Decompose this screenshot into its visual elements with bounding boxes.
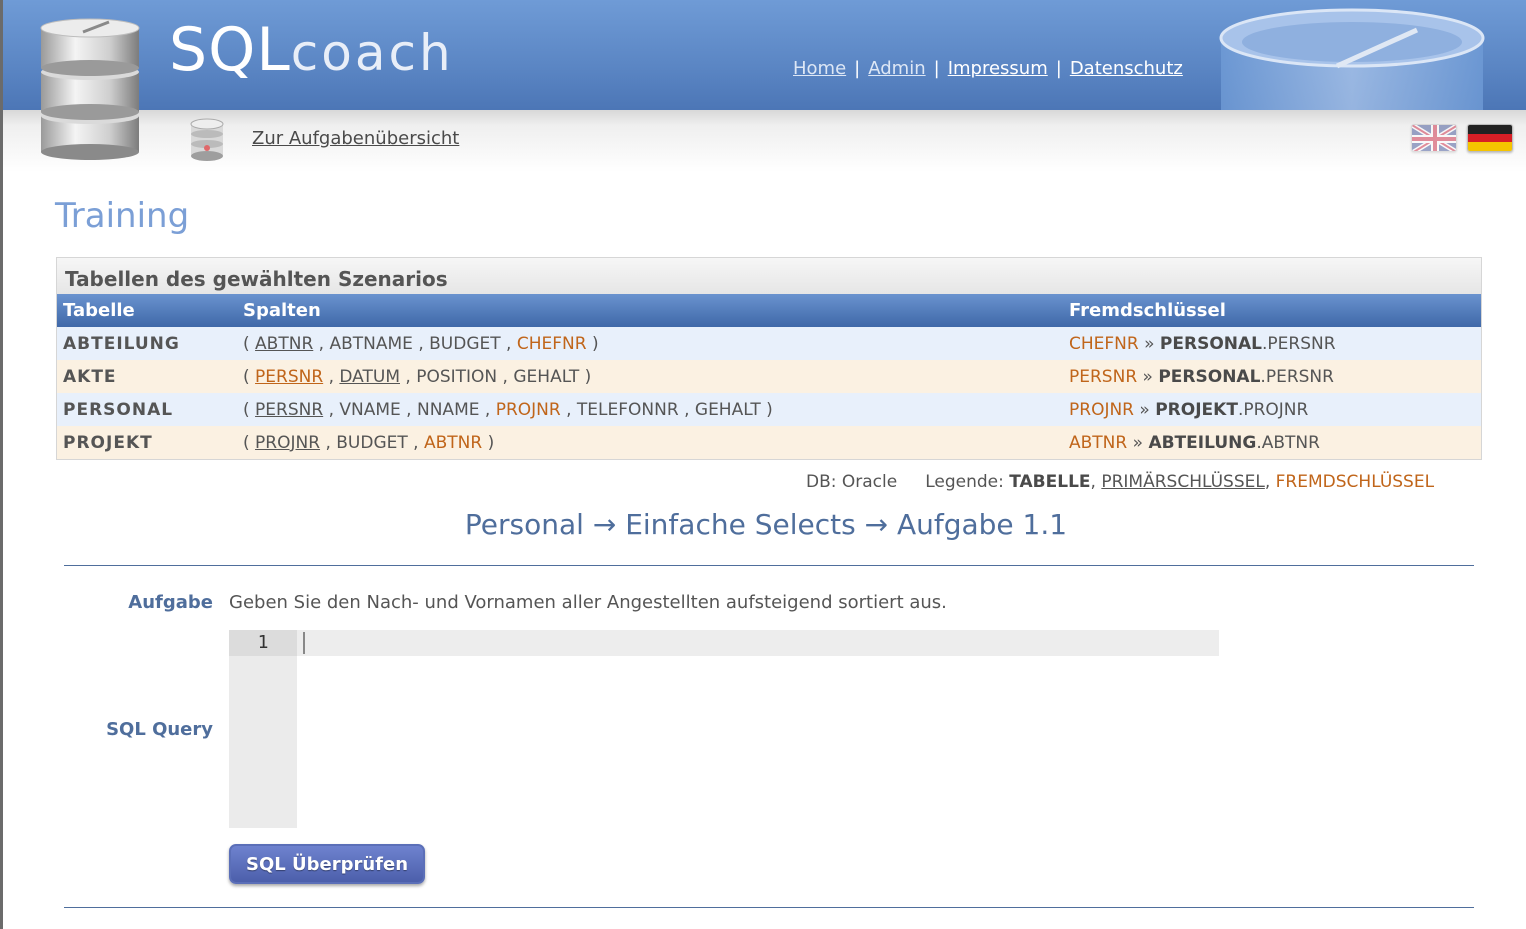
foreign-key-reference: CHEFNR » PERSONAL.PERSNR (1063, 327, 1481, 360)
page-title: Training (55, 196, 190, 236)
scenario-table: Tabelle Spalten Fremdschlüssel ABTEILUNG… (57, 294, 1481, 459)
table-name: ABTEILUNG (57, 327, 237, 360)
column-name: POSITION (416, 366, 498, 387)
scenario-heading: Tabellen des gewählten Szenarios (57, 258, 1481, 294)
nav-impressum-link[interactable]: Impressum (948, 58, 1048, 79)
nav-home-link[interactable]: Home (793, 58, 846, 79)
editor-active-line[interactable] (297, 630, 1219, 656)
check-sql-button[interactable]: SQL Überprüfen (229, 844, 425, 884)
table-row: ABTEILUNG( ABTNR , ABTNAME , BUDGET , CH… (57, 327, 1481, 360)
fk-column: PROJNR (1069, 399, 1134, 420)
de-flag-icon[interactable] (1467, 124, 1513, 152)
column-name: BUDGET (336, 432, 408, 453)
column-name: TELEFONNR (576, 399, 679, 420)
fk-ref-table: PERSONAL (1158, 366, 1261, 387)
column-name: BUDGET (429, 333, 501, 354)
nav-admin-link[interactable]: Admin (868, 58, 925, 79)
column-name: PROJNR (495, 399, 561, 420)
table-columns: ( ABTNR , ABTNAME , BUDGET , CHEFNR ) (237, 327, 1063, 360)
nav-separator: | (1055, 58, 1062, 79)
fk-ref-table: PERSONAL (1159, 333, 1262, 354)
column-name: ABTNR (423, 432, 483, 453)
table-columns: ( PERSNR , VNAME , NNAME , PROJNR , TELE… (237, 393, 1063, 426)
sql-query-editor[interactable]: 1 (229, 630, 1219, 828)
fk-ref-column: PERSNR (1267, 333, 1336, 354)
column-name: VNAME (339, 399, 401, 420)
table-row: PERSONAL( PERSNR , VNAME , NNAME , PROJN… (57, 393, 1481, 426)
fk-ref-column: ABTNR (1261, 432, 1320, 453)
fk-ref-column: PERSNR (1265, 366, 1334, 387)
nav-separator: | (933, 58, 940, 79)
line-number: 1 (229, 630, 297, 656)
text-cursor (303, 632, 305, 654)
table-row: AKTE( PERSNR , DATUM , POSITION , GEHALT… (57, 360, 1481, 393)
table-columns: ( PROJNR , BUDGET , ABTNR ) (237, 426, 1063, 459)
scenario-database-icon (190, 118, 224, 161)
table-name: PROJEKT (57, 426, 237, 459)
uk-flag-icon[interactable] (1411, 124, 1457, 152)
scenario-tables-panel: Tabellen des gewählten Szenarios Tabelle… (56, 257, 1482, 460)
fk-column: CHEFNR (1069, 333, 1139, 354)
column-name: ABTNR (255, 333, 314, 354)
legend: DB: Oracle Legende: TABELLE, PRIMÄRSCHLÜS… (806, 472, 1435, 492)
column-header-foreign-keys: Fremdschlüssel (1063, 294, 1481, 327)
fk-column: PERSNR (1069, 366, 1138, 387)
nav-datenschutz-link[interactable]: Datenschutz (1070, 58, 1183, 79)
logo-coach: coach (290, 24, 454, 82)
table-columns: ( PERSNR , DATUM , POSITION , GEHALT ) (237, 360, 1063, 393)
task-breadcrumb: Personal → Einfache Selects → Aufgabe 1.… (464, 508, 1068, 541)
sub-navigation-bar (3, 110, 1526, 172)
column-name: GEHALT (694, 399, 761, 420)
column-name: CHEFNR (516, 333, 587, 354)
column-name: PERSNR (255, 399, 324, 420)
table-name: PERSONAL (57, 393, 237, 426)
foreign-key-reference: PERSNR » PERSONAL.PERSNR (1063, 360, 1481, 393)
legend-label: Legende: (925, 472, 1004, 492)
column-header-columns: Spalten (237, 294, 1063, 327)
table-row: PROJEKT( PROJNR , BUDGET , ABTNR ) ABTNR … (57, 426, 1481, 459)
database-decoration-icon (1219, 8, 1485, 110)
task-overview-link[interactable]: Zur Aufgabenübersicht (252, 128, 459, 149)
legend-primary-key: PRIMÄRSCHLÜSSEL (1101, 472, 1265, 492)
legend-foreign-key: FREMDSCHLÜSSEL (1275, 472, 1435, 492)
fk-ref-table: ABTEILUNG (1148, 432, 1257, 453)
nav-separator: | (854, 58, 861, 79)
column-name: PERSNR (255, 366, 324, 387)
fk-ref-column: PROJNR (1243, 399, 1309, 420)
foreign-key-reference: ABTNR » ABTEILUNG.ABTNR (1063, 426, 1481, 459)
database-logo-icon (40, 18, 140, 160)
column-name: GEHALT (513, 366, 580, 387)
column-header-table: Tabelle (57, 294, 237, 327)
logo-sql: SQL (169, 15, 291, 85)
column-name: DATUM (339, 366, 400, 387)
db-type: DB: Oracle (806, 472, 898, 492)
table-name: AKTE (57, 360, 237, 393)
sql-query-label: SQL Query (106, 719, 213, 740)
fk-ref-table: PROJEKT (1155, 399, 1238, 420)
fk-column: ABTNR (1069, 432, 1128, 453)
column-name: PROJNR (255, 432, 321, 453)
task-label: Aufgabe (128, 592, 213, 613)
divider (64, 565, 1474, 566)
column-name: ABTNAME (329, 333, 413, 354)
editor-gutter (229, 630, 297, 828)
foreign-key-reference: PROJNR » PROJEKT.PROJNR (1063, 393, 1481, 426)
app-logo-text[interactable]: SQLcoach (169, 20, 454, 80)
column-name: NNAME (417, 399, 480, 420)
top-navigation: Home | Admin | Impressum | Datenschutz (793, 58, 1183, 79)
legend-table: TABELLE (1009, 472, 1091, 492)
divider (64, 907, 1474, 908)
task-description: Geben Sie den Nach- und Vornamen aller A… (229, 592, 947, 613)
